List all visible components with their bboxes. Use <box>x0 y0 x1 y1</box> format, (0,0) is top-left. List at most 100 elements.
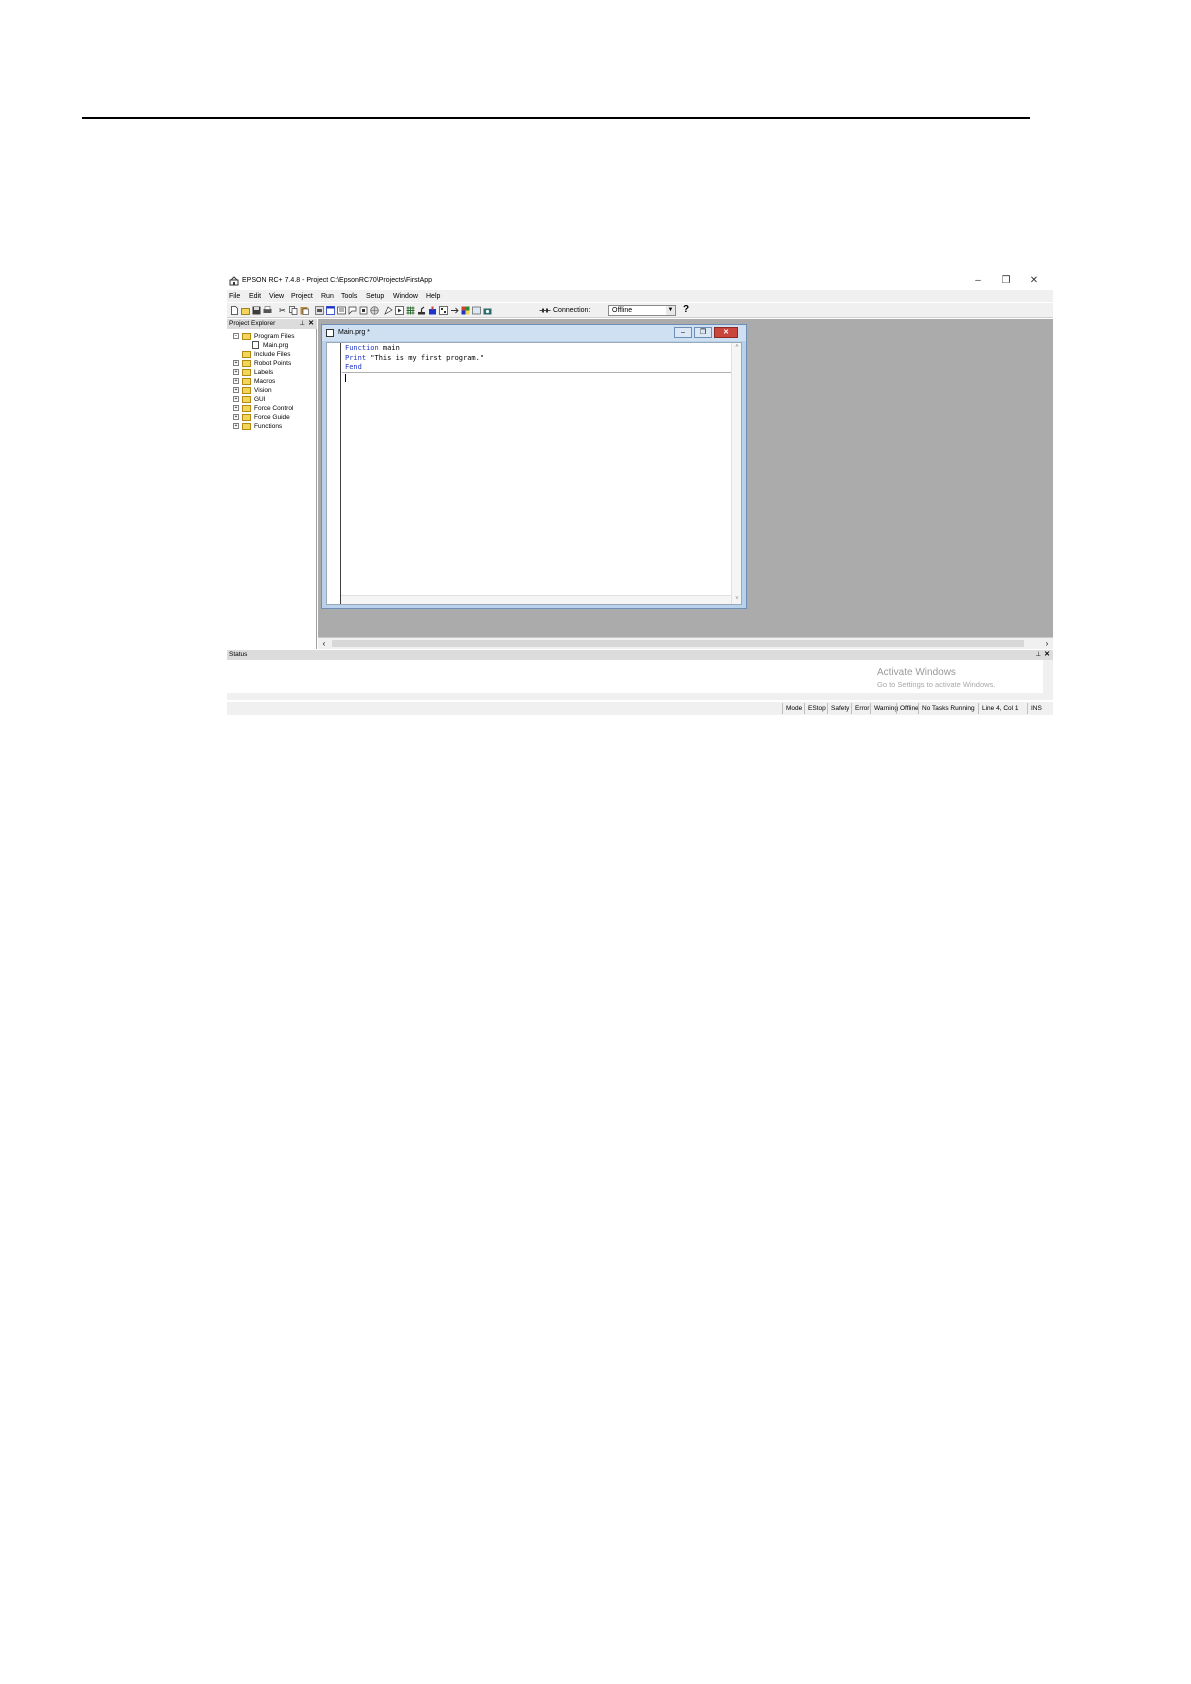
menu-project[interactable]: Project <box>291 292 313 301</box>
color-palette-icon[interactable] <box>461 306 470 315</box>
status-horizontal-scrollbar[interactable] <box>227 693 1043 700</box>
status-panel-title: Status <box>229 651 248 658</box>
scroll-down-icon[interactable]: ˅ <box>732 595 742 604</box>
scroll-right-icon[interactable]: › <box>1042 639 1052 649</box>
command-window-icon[interactable] <box>326 306 335 315</box>
folder-icon <box>242 333 251 340</box>
expand-icon[interactable]: + <box>233 396 239 402</box>
menu-run[interactable]: Run <box>321 292 334 301</box>
scroll-thumb[interactable] <box>332 640 1024 647</box>
stop-icon[interactable] <box>359 306 368 315</box>
menu-help[interactable]: Help <box>426 292 440 301</box>
expand-icon[interactable]: + <box>233 387 239 393</box>
expand-icon[interactable]: + <box>233 360 239 366</box>
folder-icon <box>242 387 251 394</box>
function-separator <box>342 372 731 373</box>
workspace-horizontal-scrollbar[interactable]: ‹ › <box>318 637 1053 649</box>
robot-arm-icon[interactable] <box>417 306 426 315</box>
task-manager-icon[interactable] <box>348 306 357 315</box>
menu-view[interactable]: View <box>269 292 284 301</box>
gui-builder-icon[interactable] <box>439 306 448 315</box>
editor-title: Main.prg * <box>338 329 370 336</box>
folder-icon <box>242 369 251 376</box>
editor-minimize-icon[interactable]: – <box>674 327 692 338</box>
expand-icon[interactable]: + <box>233 405 239 411</box>
folder-icon <box>242 396 251 403</box>
force-icon[interactable] <box>450 306 459 315</box>
code-keyword: Function <box>345 344 379 352</box>
print-icon[interactable] <box>263 306 272 315</box>
editor-restore-icon[interactable]: ❐ <box>694 327 712 338</box>
status-cursor-position: Line 4, Col 1 <box>978 703 1019 714</box>
help-button[interactable]: ? <box>683 304 689 316</box>
menu-window[interactable]: Window <box>393 292 418 301</box>
status-estop: EStop <box>804 703 826 714</box>
status-safety: Safety <box>827 703 849 714</box>
code-editor[interactable]: Function main Print "This is my first pr… <box>326 342 742 605</box>
connection-value: Offline <box>612 307 633 314</box>
status-panel-header: Status ⊥ ✕ <box>227 650 1053 660</box>
status-error: Error <box>851 703 869 714</box>
panel-close-icon[interactable]: ✕ <box>1044 650 1050 660</box>
paste-icon[interactable] <box>300 306 309 315</box>
editor-horizontal-scrollbar[interactable] <box>341 595 731 604</box>
connection-label: Connection: <box>553 307 591 314</box>
connection-plug-icon <box>539 308 551 313</box>
chevron-down-icon: ▼ <box>666 306 675 315</box>
collapse-icon[interactable]: − <box>233 333 239 339</box>
status-warning: Warning <box>870 703 898 714</box>
window-title: EPSON RC+ 7.4.8 - Project C:\EpsonRC70\P… <box>242 277 433 284</box>
build-icon[interactable] <box>384 306 393 315</box>
menu-edit[interactable]: Edit <box>249 292 261 301</box>
close-icon[interactable]: ✕ <box>1023 275 1045 287</box>
code-text-run: main <box>378 344 400 352</box>
menu-setup[interactable]: Setup <box>366 292 384 301</box>
editor-window: Main.prg * – ❐ ✕ Function main Print "Th… <box>321 324 747 609</box>
program-file-icon <box>252 341 259 349</box>
menu-tools[interactable]: Tools <box>341 292 357 301</box>
folder-icon <box>242 414 251 421</box>
menu-file[interactable]: File <box>229 292 240 301</box>
restore-icon[interactable]: ❐ <box>995 275 1017 287</box>
connection-select[interactable]: Offline ▼ <box>608 305 676 316</box>
vision-icon[interactable] <box>428 306 437 315</box>
io-monitor-icon[interactable] <box>337 306 346 315</box>
text-caret <box>345 374 346 382</box>
editor-vertical-scrollbar[interactable]: ˄ ˅ <box>731 343 741 604</box>
code-text[interactable]: Function main Print "This is my first pr… <box>345 344 484 373</box>
new-file-icon[interactable] <box>230 306 239 315</box>
copy-icon[interactable] <box>289 306 298 315</box>
open-folder-icon[interactable] <box>241 306 250 315</box>
expand-icon[interactable]: + <box>233 414 239 420</box>
editor-close-icon[interactable]: ✕ <box>714 327 738 338</box>
editor-title-bar[interactable]: Main.prg * – ❐ ✕ <box>322 325 746 341</box>
epson-rc-window: EPSON RC+ 7.4.8 - Project C:\EpsonRC70\P… <box>227 273 1053 715</box>
scroll-left-icon[interactable]: ‹ <box>319 639 329 649</box>
camera-icon[interactable] <box>483 306 492 315</box>
image-icon[interactable] <box>472 306 481 315</box>
toolbar: ✂ Connection: Offline ▼ ? <box>227 303 1053 318</box>
folder-icon <box>242 405 251 412</box>
expand-icon[interactable]: + <box>233 423 239 429</box>
activation-watermark-subtitle: Go to Settings to activate Windows. <box>877 680 996 689</box>
status-vertical-scrollbar[interactable] <box>1043 660 1053 700</box>
cut-icon[interactable]: ✂ <box>279 306 288 315</box>
run-window-icon[interactable] <box>395 306 404 315</box>
expand-icon[interactable]: + <box>233 378 239 384</box>
grid-icon[interactable] <box>406 306 415 315</box>
expand-icon[interactable]: + <box>233 369 239 375</box>
pin-icon[interactable]: ⊥ <box>299 319 305 329</box>
pin-icon[interactable]: ⊥ <box>1035 650 1041 660</box>
robot-manager-icon[interactable] <box>315 306 324 315</box>
globe-icon[interactable] <box>370 306 379 315</box>
minimize-icon[interactable]: – <box>967 275 989 287</box>
save-all-icon[interactable] <box>252 306 261 315</box>
scroll-up-icon[interactable]: ˄ <box>732 343 742 352</box>
program-file-icon <box>326 329 334 337</box>
epson-app-icon <box>229 276 239 286</box>
title-bar: EPSON RC+ 7.4.8 - Project C:\EpsonRC70\P… <box>227 273 1053 289</box>
status-mode: Mode <box>782 703 802 714</box>
panel-close-icon[interactable]: ✕ <box>308 319 314 329</box>
folder-icon <box>242 423 251 430</box>
activation-watermark-title: Activate Windows <box>877 667 956 678</box>
